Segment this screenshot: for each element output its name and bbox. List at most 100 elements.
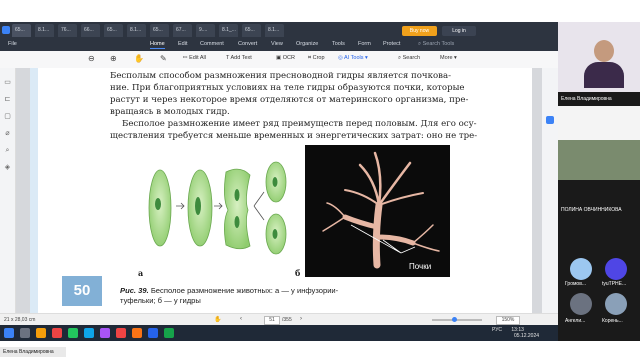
app-icon[interactable] [164,328,174,338]
menu-bar: File Home Edit Comment Convert View Orga… [0,38,558,51]
comment-icon[interactable]: ▢ [3,112,12,121]
search-icon[interactable] [20,328,30,338]
chevron-down-icon: ▾ [363,55,368,61]
file-explorer-icon[interactable] [36,328,46,338]
language-indicator[interactable]: РУС [492,327,502,333]
add-text-button[interactable]: T Add Text [226,55,252,61]
ai-tools-button[interactable]: ◎ AI Tools ▾ [338,55,368,61]
app-icon[interactable] [132,328,142,338]
avatar[interactable] [570,258,592,280]
document-tab[interactable]: 9.... [196,24,215,37]
hand-icon[interactable]: ✋ [214,316,221,323]
buy-now-button[interactable]: Buy now [402,26,437,36]
zoom-level[interactable]: 150% [496,316,520,325]
document-tab[interactable]: 65... [150,24,169,37]
paragraph-line: ние. При благоприятных условиях на теле … [110,83,465,93]
ocr-button[interactable]: ▣ OCR [276,55,295,61]
participant-tile-label: Громов... [565,281,587,287]
search-tools-field[interactable]: ⌕ Search Tools [418,41,454,48]
start-icon[interactable] [4,328,14,338]
host-name-label: Елена Владимировна [561,96,612,102]
edit-all-button[interactable]: ✏ Edit All [183,55,206,61]
host-video-tile[interactable] [558,22,640,92]
search-icon[interactable]: ⌕ [3,146,12,155]
zoom-in-icon[interactable]: ⊕ [110,54,117,64]
add-text-label: Add Text [230,55,252,61]
chevron-down-icon: ▾ [452,55,457,61]
page-number-input[interactable]: 51 [264,316,280,325]
menu-protect[interactable]: Protect [383,41,400,47]
crop-button[interactable]: ⌗ Crop [308,55,325,62]
menu-organize[interactable]: Organize [296,41,318,47]
search-tools-label: Search Tools [422,41,455,47]
menu-file[interactable]: File [8,41,17,47]
figure-label-a: а [138,268,144,278]
document-tab[interactable]: 67... [173,24,192,37]
participant-video-tile[interactable] [558,140,640,180]
participant-name-label: ПОЛИНА ОВЧИННИКОВА [561,207,622,213]
paragraph-line: вращаясь в молодых гидр. [110,107,230,117]
speaker-name-label: Елена Владимировна [0,347,66,357]
host-face [594,40,614,62]
document-tab[interactable]: 65... [242,24,261,37]
app-icon[interactable] [68,328,78,338]
search-button[interactable]: ⌕ Search [398,55,420,62]
clock-date: 05.12.2024 [514,333,540,339]
pdf-app-icon[interactable] [116,328,126,338]
bottom-strip [0,341,640,360]
avatar[interactable] [605,293,627,315]
figure-label-b: б [295,268,301,278]
page-number: 50 [62,276,102,306]
right-panel [542,68,558,313]
page-total: /355 [282,317,292,323]
document-tab[interactable]: 66... [81,24,100,37]
zoom-slider-handle[interactable] [452,317,457,322]
document-tab[interactable]: 8.1_... [219,24,238,37]
app-icon[interactable] [84,328,94,338]
menu-home[interactable]: Home [150,41,165,49]
app-icon[interactable] [100,328,110,338]
document-tab[interactable]: 8.1... [35,24,54,37]
hand-tool-icon[interactable]: ✋ [134,54,144,64]
menu-tools[interactable]: Tools [332,41,345,47]
document-tab[interactable]: 65... [12,24,31,37]
participant-tile-label: Ангели... [565,318,586,324]
zoom-out-icon[interactable]: ⊖ [88,54,95,64]
document-tab[interactable]: 76... [58,24,77,37]
zoom-slider[interactable] [432,319,482,321]
ai-tools-label: AI Tools [344,55,364,61]
menu-edit[interactable]: Edit [178,41,187,47]
hydra-photo: Почки [305,145,450,277]
highlight-icon[interactable]: ✎ [160,54,167,64]
participant-tile-label: Корень... [602,318,623,324]
participant-tile-label: tyuTPHE... [602,281,627,287]
menu-comment[interactable]: Comment [200,41,224,47]
toolbar: ⊖ ⊕ ✋ ✎ ✏ Edit All T Add Text ▣ OCR ⌗ Cr… [0,51,558,69]
previous-page-icon[interactable]: ‹ [240,316,242,322]
caption-bold: Рис. 39. [120,286,149,295]
caption-text: Бесполое размножение животных: а — у инф… [150,286,339,295]
menu-view[interactable]: View [271,41,283,47]
ocr-icon: ▣ [276,55,283,61]
attachment-icon[interactable]: ⌀ [3,129,12,138]
shared-screen-thumbnail[interactable] [558,106,640,140]
next-page-icon[interactable]: › [300,316,302,322]
avatar[interactable] [570,293,592,315]
system-tray: РУС 13:13 05.12.2024 [492,327,539,339]
document-tab[interactable]: 65... [104,24,123,37]
ai-assistant-icon[interactable] [546,116,554,124]
document-tab[interactable]: 8.1... [265,24,284,37]
page-dimensions: 21 x 28,03 cm [4,317,36,323]
more-button[interactable]: More ▾ [440,55,457,61]
layers-icon[interactable]: ◈ [3,163,12,172]
login-button[interactable]: Log in [442,26,476,36]
word-icon[interactable] [148,328,158,338]
thumbnails-icon[interactable]: ▭ [3,78,12,87]
host-body [584,62,624,88]
avatar[interactable] [605,258,627,280]
bookmark-icon[interactable]: ⊏ [3,95,12,104]
document-tab[interactable]: 8.1... [127,24,146,37]
menu-form[interactable]: Form [358,41,371,47]
menu-convert[interactable]: Convert [238,41,257,47]
browser-icon[interactable] [52,328,62,338]
